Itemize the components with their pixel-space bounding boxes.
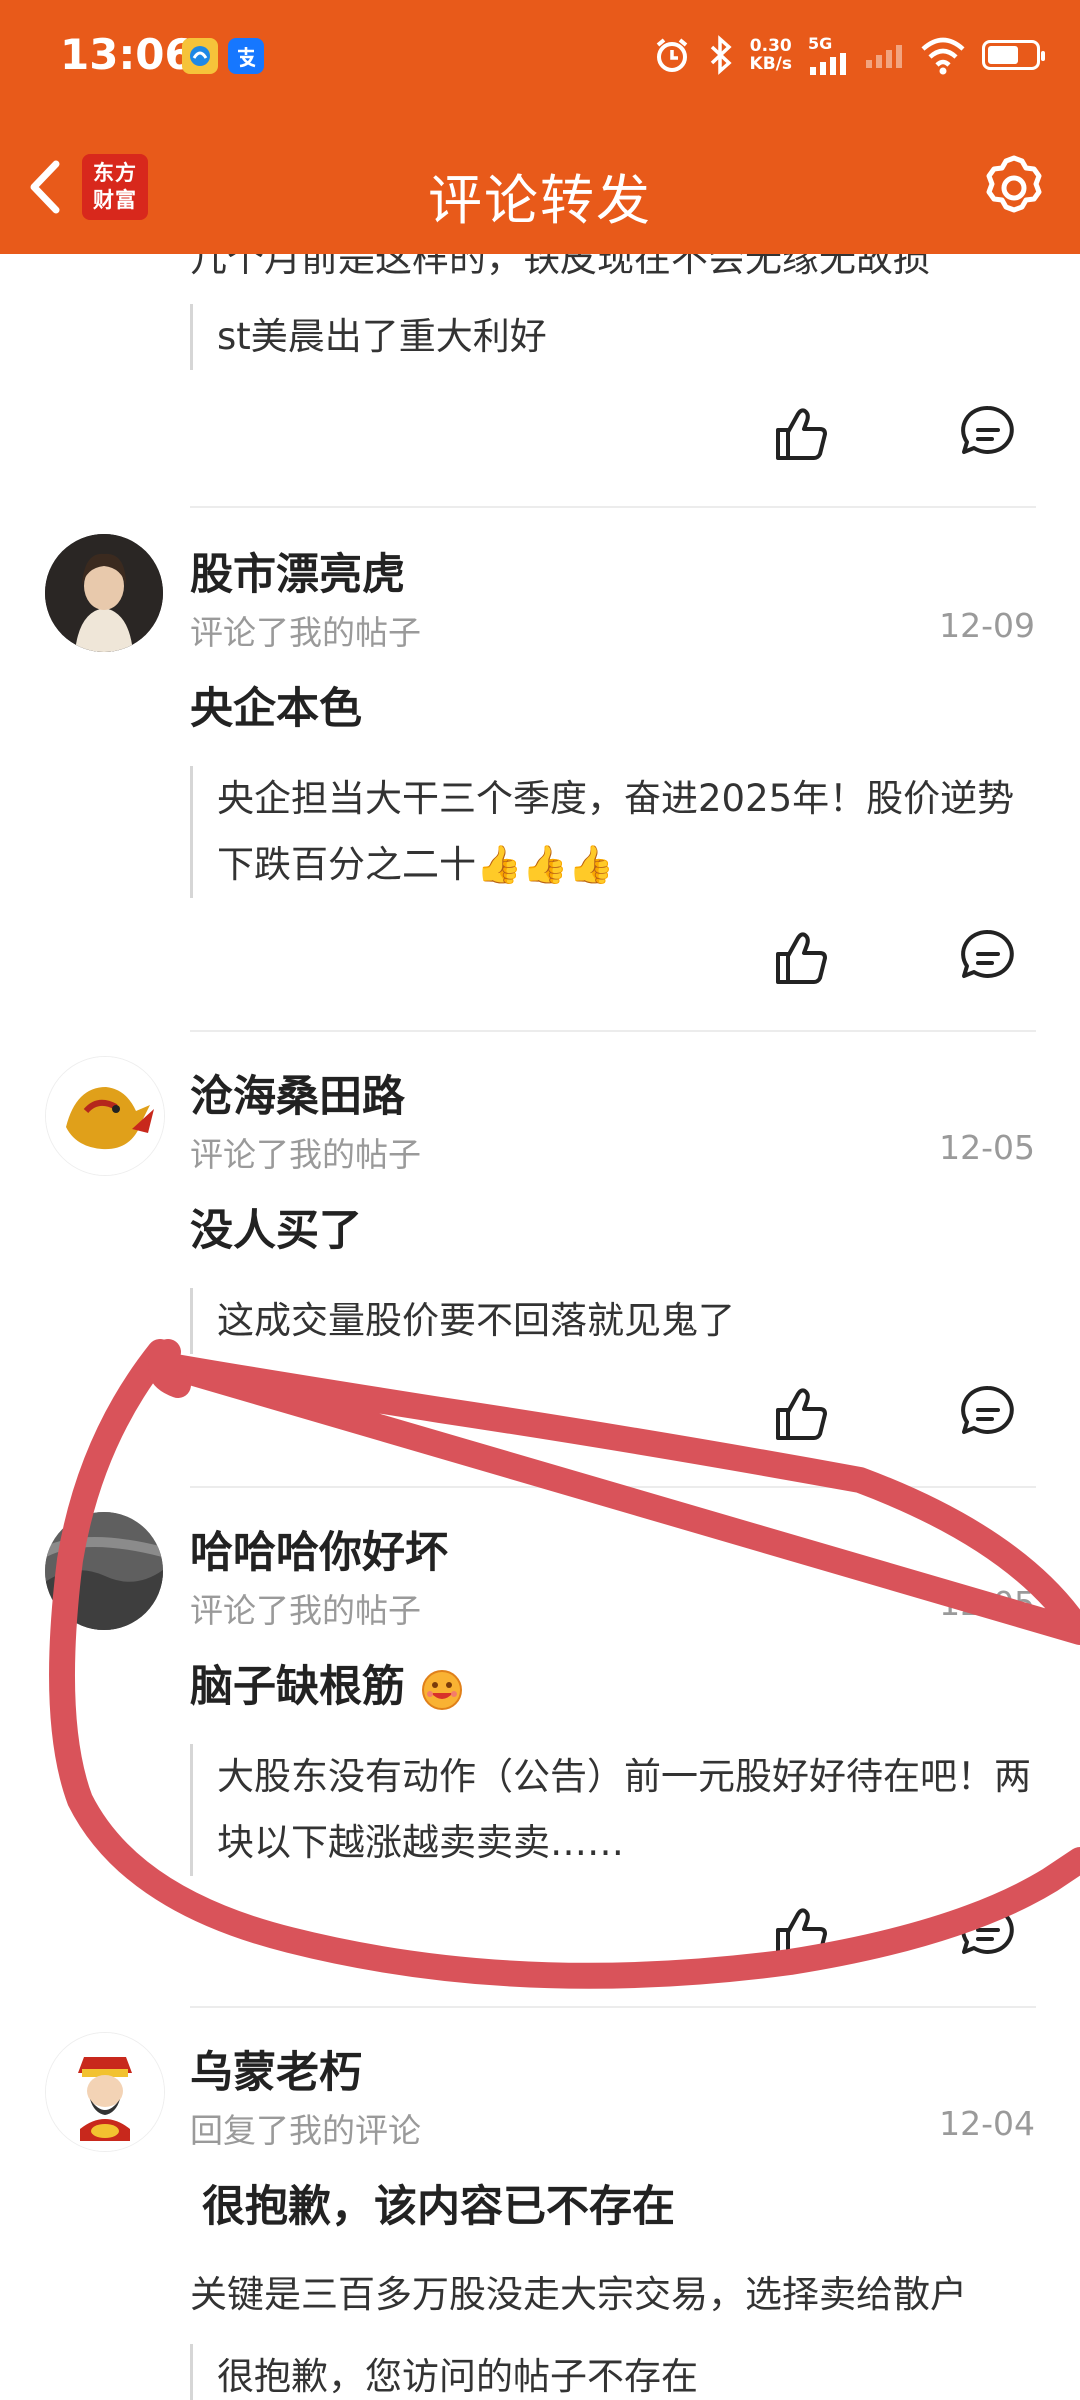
activity-text: 回复了我的评论 — [190, 2111, 421, 2150]
system-status: 0.30 KB/s 5G — [652, 34, 1045, 75]
wifi-icon — [921, 37, 965, 74]
comment-title[interactable]: 央企本色 — [190, 674, 362, 736]
page-title: 评论转发 — [428, 169, 652, 232]
username[interactable]: 股市漂亮虎 — [190, 540, 405, 602]
alipay-icon — [228, 38, 264, 74]
comment-date: 12-05 — [939, 1128, 1035, 1167]
battery-icon — [982, 39, 1045, 70]
notification-icons — [182, 38, 264, 74]
comment-icon[interactable] — [956, 926, 1020, 990]
reply-text[interactable]: 关键是三百多万股没走大宗交易，选择卖给散户 — [190, 2264, 1080, 2318]
comment-title[interactable]: 很抱歉，该内容已不存在 — [202, 2172, 675, 2234]
network-speed: 0.30 KB/s — [749, 35, 792, 74]
quoted-post[interactable]: 这成交量股价要不回落就见鬼了 — [190, 1288, 1020, 1354]
grinning-face-icon — [421, 1669, 462, 1710]
username[interactable]: 哈哈哈你好坏 — [190, 1518, 448, 1580]
username[interactable]: 乌蒙老朽 — [190, 2038, 362, 2100]
like-icon[interactable] — [770, 1382, 834, 1446]
activity-text: 评论了我的帖子 — [190, 613, 421, 652]
previous-comment-text: 几个月前是这样的，铁皮现在不会无缘无故损 — [190, 254, 930, 280]
comment-date: 12-04 — [939, 2104, 1035, 2143]
app-header: 13:06 0.30 KB/s 5G 东方 财富 评论转发 — [0, 0, 1080, 254]
activity-text: 评论了我的帖子 — [190, 1135, 421, 1174]
comment-feed[interactable]: 几个月前是这样的，铁皮现在不会无缘无故损 st美晨出了重大利好 股市漂亮虎 评论… — [0, 254, 1080, 2400]
avatar[interactable] — [45, 534, 163, 652]
divider — [190, 506, 1036, 508]
app-notification-icon — [182, 38, 218, 74]
signal-secondary-icon — [866, 44, 902, 68]
like-icon[interactable] — [770, 926, 834, 990]
quoted-post[interactable]: 很抱歉，您访问的帖子不存在 — [190, 2344, 1020, 2400]
nav-bar: 东方 财富 评论转发 — [0, 130, 1080, 254]
avatar[interactable] — [45, 1056, 165, 1176]
comment-date: 12-05 — [939, 1584, 1035, 1623]
quoted-post[interactable]: 央企担当大干三个季度，奋进2025年！股价逆势下跌百分之二十👍👍👍 — [190, 766, 1036, 898]
username[interactable]: 沧海桑田路 — [190, 1062, 405, 1124]
alarm-icon — [656, 37, 687, 72]
signal-icon: 5G — [808, 34, 848, 75]
comment-title[interactable]: 没人买了 — [190, 1196, 362, 1258]
divider — [190, 1486, 1036, 1488]
status-time: 13:06 — [60, 30, 194, 79]
status-bar: 13:06 0.30 KB/s 5G — [0, 0, 1080, 120]
like-icon[interactable] — [770, 402, 834, 466]
settings-gear-icon[interactable] — [978, 152, 1050, 224]
comment-icon[interactable] — [956, 402, 1020, 466]
activity-text: 评论了我的帖子 — [190, 1591, 421, 1630]
comment-icon[interactable] — [956, 1902, 1020, 1966]
quoted-post[interactable]: st美晨出了重大利好 — [190, 304, 1020, 370]
quoted-post[interactable]: 大股东没有动作（公告）前一元股好好待在吧！两块以下越涨越卖卖卖…… — [190, 1744, 1036, 1876]
divider — [190, 1030, 1036, 1032]
avatar[interactable] — [45, 2032, 165, 2152]
bluetooth-icon — [710, 34, 732, 75]
divider — [190, 2006, 1036, 2008]
comment-icon[interactable] — [956, 1382, 1020, 1446]
avatar[interactable] — [45, 1512, 163, 1630]
like-icon[interactable] — [770, 1902, 834, 1966]
comment-date: 12-09 — [939, 606, 1035, 645]
comment-title[interactable]: 脑子缺根筋 — [190, 1652, 464, 1714]
